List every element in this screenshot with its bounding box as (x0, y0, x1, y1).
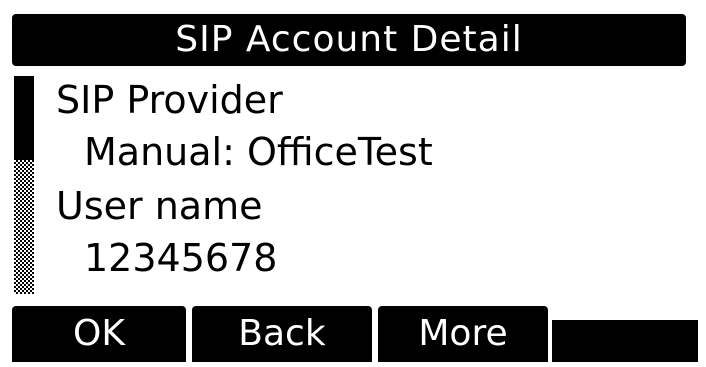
more-softkey[interactable]: More (378, 306, 548, 362)
empty-softkey (552, 320, 698, 362)
sip-provider-label: SIP Provider (56, 78, 283, 122)
user-name-value: 12345678 (84, 236, 278, 280)
title-bar: SIP Account Detail (12, 14, 686, 66)
scrollbar-thumb[interactable] (14, 76, 34, 160)
user-name-label: User name (56, 184, 263, 228)
scrollbar-track (14, 160, 34, 294)
softkey-bar: OK Back More (12, 306, 698, 362)
ok-softkey[interactable]: OK (12, 306, 186, 362)
back-softkey[interactable]: Back (192, 306, 372, 362)
scrollbar[interactable] (14, 76, 34, 296)
phone-lcd-screen: SIP Account Detail SIP Provider Manual: … (0, 0, 706, 367)
sip-provider-value: Manual: OfficeTest (84, 130, 433, 174)
page-title: SIP Account Detail (175, 19, 523, 60)
